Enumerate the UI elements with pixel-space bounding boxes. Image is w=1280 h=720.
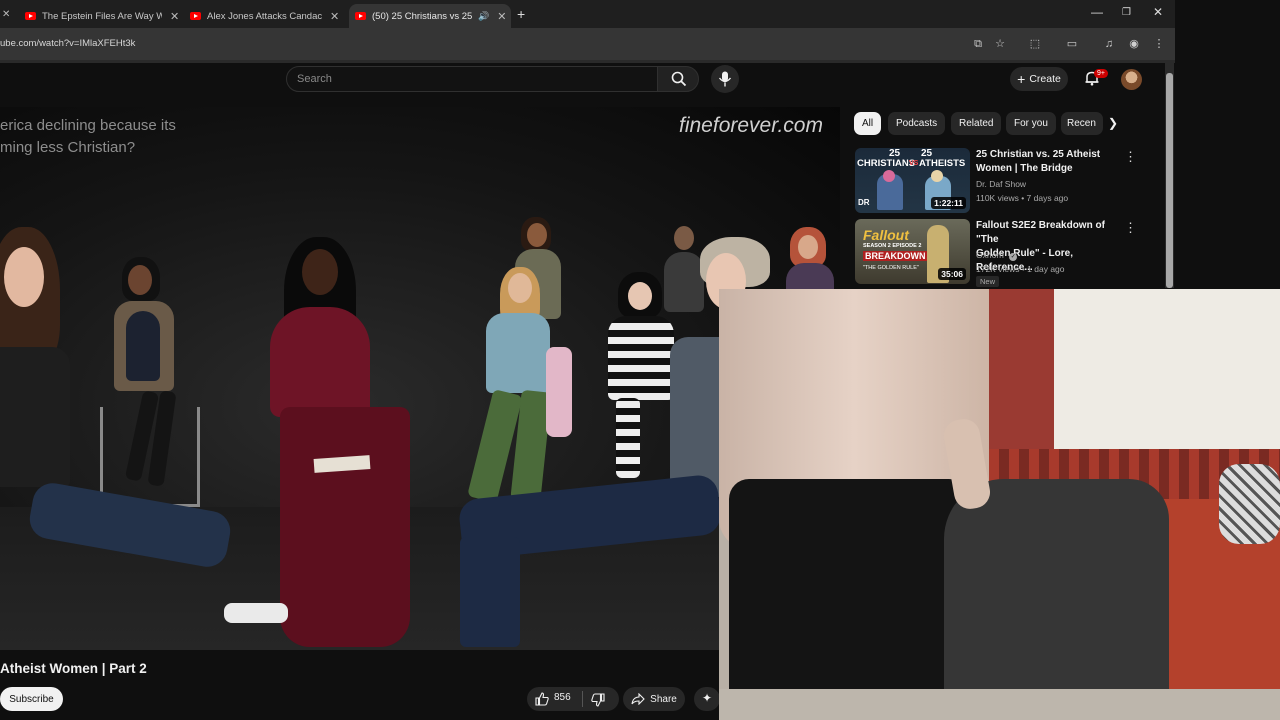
channel-name[interactable]: Dr. Daf Show (976, 179, 1026, 189)
close-tab-icon[interactable]: ✕ (170, 10, 179, 23)
youtube-favicon-icon (355, 12, 366, 20)
related-video-thumbnail[interactable]: Fallout SEASON 2 EPISODE 2 BREAKDOWN "TH… (855, 219, 970, 284)
notification-count-badge: 9+ (1094, 69, 1108, 78)
ask-ai-button[interactable]: ✦ (694, 687, 720, 711)
search-placeholder: Search (297, 73, 332, 85)
close-tab-icon[interactable]: ✕ (2, 9, 10, 20)
thumb-text: ATHEISTS (919, 158, 966, 169)
chip-recent[interactable]: Recen (1061, 112, 1103, 135)
install-app-icon[interactable]: ⧉ (970, 36, 986, 52)
youtube-favicon-icon (25, 12, 36, 20)
thumbs-up-icon[interactable] (535, 692, 549, 706)
thumbs-down-icon[interactable] (591, 693, 605, 707)
video-duration: 1:22:11 (931, 197, 966, 209)
close-tab-icon[interactable]: ✕ (330, 10, 339, 23)
account-avatar[interactable] (1121, 69, 1142, 90)
floor-area (719, 689, 1280, 720)
minimize-icon[interactable]: — (1091, 5, 1103, 19)
tab-alex-jones[interactable]: Alex Jones Attacks Candace Ow ✕ (190, 4, 339, 28)
video-meta: 110K views • 7 days ago (976, 193, 1069, 203)
more-actions-icon[interactable]: ⋮ (1124, 220, 1137, 236)
thumb-vs: VS (909, 160, 919, 167)
plus-icon: + (1017, 71, 1026, 87)
title-line: Fallout S2E2 Breakdown of "The (976, 220, 1105, 245)
white-sneaker (224, 603, 288, 623)
extensions-icon[interactable]: ⬚ (1027, 36, 1043, 52)
scrollbar-thumb[interactable] (1166, 73, 1173, 288)
thumb-text: SEASON 2 EPISODE 2 (863, 243, 922, 249)
share-button[interactable]: Share (623, 687, 685, 711)
chip-for-you[interactable]: For you (1006, 112, 1056, 135)
search-button[interactable] (657, 66, 699, 92)
caption-line: erica declining because its (0, 117, 176, 134)
more-actions-icon[interactable]: ⋮ (1124, 149, 1137, 165)
tab-title: The Epstein Files Are Way Wors (42, 10, 162, 22)
voice-search-button[interactable] (711, 65, 739, 93)
like-divider (582, 691, 583, 707)
thumb-figure-head (883, 170, 895, 182)
title-line: 25 Christian vs. 25 Atheist (976, 149, 1101, 160)
video-duration: 35:06 (938, 268, 966, 280)
microphone-icon (718, 71, 732, 87)
browser-menu-icon[interactable]: ⋮ (1151, 36, 1167, 52)
like-count[interactable]: 856 (554, 692, 571, 703)
close-tab-icon[interactable]: ✕ (497, 10, 506, 23)
black-pants (729, 479, 969, 720)
video-caption: erica declining because its ming less Ch… (0, 115, 176, 159)
related-video-thumbnail[interactable]: 25 CHRISTIANS VS 25 ATHEISTS DR 1:22:11 (855, 148, 970, 213)
video-player[interactable]: erica declining because its ming less Ch… (0, 107, 840, 650)
thumb-text: Fallout (863, 227, 909, 243)
create-button[interactable]: + Create (1010, 67, 1068, 91)
address-bar: ube.com/watch?v=IMlaXFEHt3k ⧉ ☆ ⬚ ▭ ♫ ◉ … (0, 28, 1175, 60)
verified-check-icon: ✓ (1009, 253, 1018, 261)
tab-christians-atheists[interactable]: (50) 25 Christians vs 25 Athe 🔊 ✕ (349, 4, 511, 28)
channel-name-text: Oxhorn (976, 250, 1004, 260)
related-video-title[interactable]: 25 Christian vs. 25 Atheist Women | The … (976, 148, 1116, 176)
tab-epstein[interactable]: The Epstein Files Are Way Wors ✕ (25, 4, 179, 28)
youtube-favicon-icon (190, 12, 201, 20)
toolbar-divider (0, 60, 1175, 63)
chip-all[interactable]: All (854, 112, 881, 135)
close-window-icon[interactable]: ✕ (1153, 5, 1163, 19)
chevron-right-icon[interactable]: ❯ (1108, 116, 1118, 130)
patterned-pillow (1219, 464, 1280, 544)
thumb-text: BREAKDOWN (863, 251, 928, 261)
new-badge: New (976, 276, 1000, 287)
split-view-icon[interactable]: ▭ (1064, 36, 1080, 52)
thumb-text: CHRISTIANS (857, 158, 916, 169)
webcam-overlay (719, 289, 1280, 720)
like-dislike-bar: 856 (527, 687, 619, 711)
restore-icon[interactable]: ❐ (1122, 7, 1131, 18)
bookmark-star-icon[interactable]: ☆ (992, 36, 1008, 52)
chip-related[interactable]: Related (951, 112, 1002, 135)
thumb-figure-head (931, 170, 943, 182)
video-meta: 172K views • 1 day ago (976, 264, 1065, 274)
share-arrow-icon (631, 693, 645, 705)
thumb-text: "THE GOLDEN RULE" (863, 265, 919, 271)
dark-jacket (944, 479, 1169, 709)
tab-title: Alex Jones Attacks Candace Ow (207, 10, 322, 22)
bright-window (1052, 289, 1280, 454)
media-control-icon[interactable]: ♫ (1101, 36, 1117, 52)
search-input[interactable]: Search (286, 66, 658, 92)
title-line: Women | The Bridge (976, 163, 1073, 174)
video-title: Atheist Women | Part 2 (0, 661, 147, 676)
profile-icon[interactable]: ◉ (1126, 36, 1142, 52)
subscribe-button[interactable]: Subscribe (0, 687, 63, 711)
audio-playing-icon[interactable]: 🔊 (478, 11, 489, 22)
tab-title: (50) 25 Christians vs 25 Athe (372, 10, 474, 22)
create-label: Create (1029, 73, 1061, 85)
caption-line: ming less Christian? (0, 139, 136, 156)
page-scrollbar[interactable] (1165, 63, 1174, 288)
share-label: Share (650, 693, 677, 705)
channel-logo: DR (858, 198, 870, 207)
channel-name[interactable]: Oxhorn ✓ (976, 250, 1018, 261)
browser-tab-strip: ✕ The Epstein Files Are Way Wors ✕ Alex … (0, 0, 1175, 28)
sparkle-icon: ✦ (702, 691, 713, 705)
url-text[interactable]: ube.com/watch?v=IMlaXFEHt3k (0, 38, 135, 49)
new-tab-button[interactable]: + (517, 6, 525, 22)
chip-podcasts[interactable]: Podcasts (888, 112, 946, 135)
search-icon (671, 71, 687, 87)
video-watermark: fineforever.com (679, 114, 823, 137)
